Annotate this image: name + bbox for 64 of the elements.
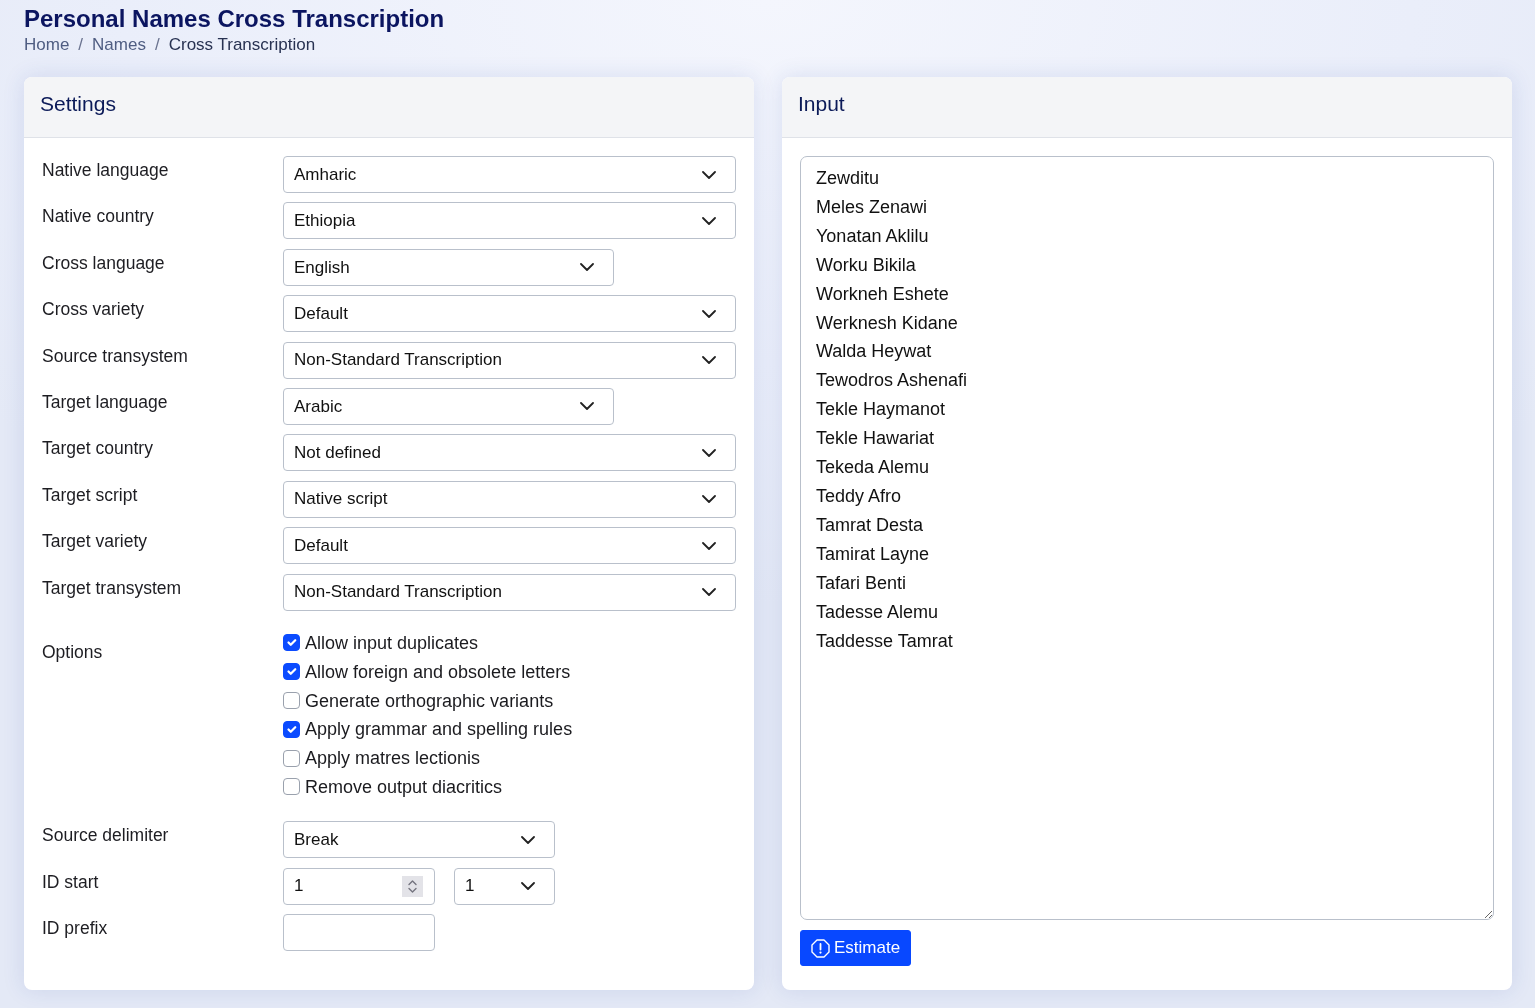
- field-label: Cross variety: [42, 298, 146, 322]
- chevron-down-icon[interactable]: [521, 882, 535, 891]
- checkbox-label[interactable]: Apply matres lectionis: [305, 746, 481, 771]
- dropdown[interactable]: Non-Standard Transcription: [283, 341, 736, 379]
- dropdown[interactable]: Default: [283, 527, 736, 565]
- field-label: Source transystem: [42, 344, 189, 368]
- text-area[interactable]: Zewditu Meles Zenawi Yonatan Aklilu Worku Bikila Workneh Eshete Werknesh Kidane Walda Heywat Tewodros Ashenafi Tekle Haymanot Tekle Hawariat Tekeda Alemu Teddy Afro Tamrat Desta Tamirat Layne Tafari Benti Tadesse Alemu Taddesse Tamrat: [800, 156, 1494, 921]
- checkbox[interactable]: [283, 663, 300, 681]
- input-field[interactable]: [283, 914, 435, 952]
- chevron-down-icon[interactable]: [521, 835, 535, 844]
- dropdown[interactable]: Amharic: [283, 156, 736, 193]
- checkbox[interactable]: [283, 749, 300, 767]
- panel-title: Settings: [40, 92, 116, 117]
- field-label: Target country: [42, 437, 154, 461]
- dropdown[interactable]: Arabic: [283, 387, 614, 425]
- field-label: Cross language: [42, 251, 166, 275]
- checkbox[interactable]: [283, 634, 300, 652]
- checkbox-label[interactable]: Remove output diacritics: [305, 774, 503, 799]
- field-label: Target variety: [42, 530, 149, 554]
- field-label: ID prefix: [42, 917, 109, 941]
- dropdown[interactable]: Non-Standard Transcription: [283, 573, 736, 611]
- chevron-down-icon[interactable]: [702, 216, 716, 225]
- chevron-down-icon[interactable]: [702, 541, 716, 550]
- checkbox[interactable]: [283, 778, 300, 796]
- dropdown[interactable]: Not defined: [283, 434, 736, 472]
- breadcrumb-link[interactable]: Home: [24, 33, 70, 57]
- chevron-down-icon[interactable]: [702, 588, 716, 596]
- breadcrumb-separator: /: [153, 34, 161, 56]
- field-label: Options: [42, 640, 104, 664]
- chevron-down-icon[interactable]: [702, 495, 716, 504]
- breadcrumb-current: Cross Transcription: [168, 34, 316, 56]
- checkbox[interactable]: [283, 720, 300, 738]
- panel-title: Input: [798, 92, 845, 117]
- checkbox-label[interactable]: Allow input duplicates: [305, 630, 479, 655]
- checkbox-label[interactable]: Apply grammar and spelling rules: [305, 717, 573, 742]
- breadcrumb-separator: /: [77, 34, 85, 56]
- breadcrumb-link[interactable]: Names: [92, 33, 146, 57]
- chevron-down-icon[interactable]: [702, 309, 716, 318]
- checkbox[interactable]: [283, 692, 300, 709]
- field-label: Source delimiter: [42, 824, 170, 848]
- chevron-down-icon[interactable]: [580, 402, 594, 411]
- dropdown[interactable]: Ethiopia: [283, 202, 736, 240]
- field-label: Target language: [42, 390, 169, 414]
- field-label: ID start: [42, 870, 100, 894]
- estimate-button[interactable]: Estimate: [800, 930, 912, 967]
- field-label: Native country: [42, 205, 155, 229]
- checkbox-label[interactable]: Allow foreign and obsolete letters: [305, 659, 571, 684]
- field-label: Target script: [42, 483, 139, 507]
- dropdown[interactable]: English: [283, 248, 614, 286]
- dropdown[interactable]: 1: [454, 867, 555, 905]
- checkbox-label[interactable]: Generate orthographic variants: [305, 688, 554, 713]
- chevron-down-icon[interactable]: [580, 263, 594, 272]
- chevron-down-icon[interactable]: [702, 170, 716, 179]
- dropdown[interactable]: Native script: [283, 480, 736, 518]
- up-down-arrows-icon[interactable]: [402, 875, 423, 897]
- exclamation-octagon-icon: [811, 938, 830, 958]
- page-title: Personal Names Cross Transcription: [24, 5, 446, 33]
- chevron-down-icon[interactable]: [702, 356, 716, 365]
- chevron-down-icon[interactable]: [702, 448, 716, 457]
- dropdown[interactable]: Default: [283, 295, 736, 333]
- dropdown[interactable]: Break: [283, 821, 555, 859]
- number-field[interactable]: 1: [283, 867, 435, 905]
- field-label: Target transystem: [42, 576, 183, 600]
- field-label: Native language: [42, 159, 170, 182]
